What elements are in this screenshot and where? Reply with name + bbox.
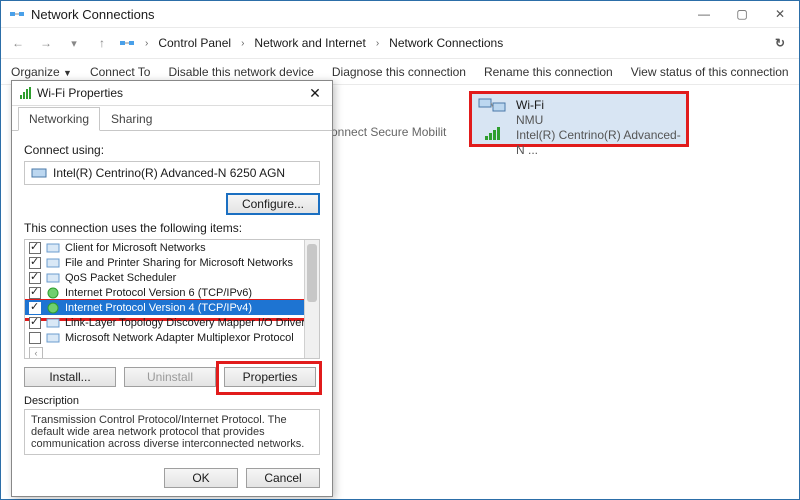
protocol-icon (45, 300, 61, 316)
dialog-body: Connect using: Intel(R) Centrino(R) Adva… (12, 131, 332, 463)
list-scrollbar[interactable] (304, 240, 319, 358)
breadcrumb-item[interactable]: Network Connections (389, 36, 503, 50)
list-item-selected[interactable]: Internet Protocol Version 4 (TCP/IPv4) (25, 300, 305, 315)
nav-refresh-button[interactable]: ↻ (775, 36, 785, 50)
properties-button[interactable]: Properties (224, 367, 316, 387)
item-label: Microsoft Network Adapter Multiplexor Pr… (65, 332, 294, 344)
item-checkbox[interactable] (29, 332, 41, 344)
window-title: Network Connections (31, 7, 155, 22)
list-item[interactable]: QoS Packet Scheduler (25, 270, 305, 285)
items-label: This connection uses the following items… (24, 221, 320, 235)
breadcrumb-sep: › (372, 38, 383, 49)
tab-sharing[interactable]: Sharing (100, 107, 163, 131)
ok-button[interactable]: OK (164, 468, 238, 488)
item-checkbox[interactable] (29, 317, 41, 329)
description-label: Description (24, 395, 320, 407)
component-icon (45, 330, 61, 346)
window-controls: — ▢ ✕ (685, 1, 799, 27)
wifi-tile-icons (476, 98, 508, 140)
list-item[interactable]: Client for Microsoft Networks (25, 240, 305, 255)
dialog-tabs: Networking Sharing (12, 106, 332, 131)
item-label: QoS Packet Scheduler (65, 272, 176, 284)
wifi-mini-icon (20, 87, 31, 99)
component-icon (45, 315, 61, 331)
network-adapter-icon (478, 98, 506, 120)
list-item[interactable]: Link-Layer Topology Discovery Mapper I/O… (25, 315, 305, 330)
list-item[interactable]: Microsoft Network Adapter Multiplexor Pr… (25, 330, 305, 345)
breadcrumb-bar: ← → ▾ ↑ › Control Panel › Network and In… (1, 28, 799, 59)
wifi-signal-icon (485, 126, 500, 140)
breadcrumb-sep: › (141, 38, 152, 49)
dialog-titlebar: Wi-Fi Properties ✕ (12, 81, 332, 106)
wifi-tile-adapter: Intel(R) Centrino(R) Advanced-N ... (516, 128, 682, 158)
protocol-icon (45, 285, 61, 301)
adapter-display: Intel(R) Centrino(R) Advanced-N 6250 AGN (24, 161, 320, 185)
item-checkbox[interactable] (29, 257, 41, 269)
nav-back-button[interactable]: ← (7, 32, 29, 54)
nav-up-button[interactable]: ↑ (91, 32, 113, 54)
list-item[interactable]: File and Printer Sharing for Microsoft N… (25, 255, 305, 270)
content-area: onnect Secure Mobilit Wi-Fi NMU Intel(R)… (1, 85, 799, 500)
description-text: Transmission Control Protocol/Internet P… (24, 409, 320, 455)
cmd-disable-device[interactable]: Disable this network device (168, 65, 313, 79)
adapter-name: Intel(R) Centrino(R) Advanced-N 6250 AGN (53, 166, 285, 180)
wifi-tile-ssid: NMU (516, 113, 682, 128)
component-icon (45, 240, 61, 256)
item-checkbox[interactable] (29, 272, 41, 284)
nav-recent-dropdown[interactable]: ▾ (63, 32, 85, 54)
item-label: Link-Layer Topology Discovery Mapper I/O… (65, 317, 305, 329)
list-item[interactable]: Internet Protocol Version 6 (TCP/IPv6) (25, 285, 305, 300)
wifi-properties-dialog: Wi-Fi Properties ✕ Networking Sharing Co… (11, 80, 333, 497)
close-window-button[interactable]: ✕ (761, 1, 799, 27)
cmd-view-status[interactable]: View status of this connection (631, 65, 789, 79)
cancel-button[interactable]: Cancel (246, 468, 320, 488)
tab-networking[interactable]: Networking (18, 107, 100, 131)
connection-tile-wifi[interactable]: Wi-Fi NMU Intel(R) Centrino(R) Advanced-… (469, 91, 689, 147)
network-icon (119, 35, 135, 51)
component-icon (45, 270, 61, 286)
breadcrumb-item[interactable]: Network and Internet (254, 36, 365, 50)
scroll-thumb[interactable] (307, 244, 317, 302)
dialog-title: Wi-Fi Properties (37, 86, 123, 100)
adapter-icon (31, 165, 47, 181)
minimize-button[interactable]: — (685, 1, 723, 27)
dialog-close-button[interactable]: ✕ (306, 84, 324, 102)
cmd-organize[interactable]: Organize ▼ (11, 65, 72, 79)
connection-items-list[interactable]: Client for Microsoft Networks File and P… (24, 239, 320, 359)
connect-using-label: Connect using: (24, 143, 320, 157)
dialog-footer: OK Cancel (152, 468, 332, 488)
item-label: File and Printer Sharing for Microsoft N… (65, 257, 293, 269)
item-checkbox[interactable] (29, 302, 41, 314)
configure-button[interactable]: Configure... (226, 193, 320, 215)
network-icon (9, 6, 25, 22)
item-checkbox[interactable] (29, 287, 41, 299)
wifi-tile-text: Wi-Fi NMU Intel(R) Centrino(R) Advanced-… (516, 98, 682, 140)
wifi-tile-name: Wi-Fi (516, 98, 682, 113)
obscured-tile-text: onnect Secure Mobilit (331, 125, 446, 139)
install-button[interactable]: Install... (24, 367, 116, 387)
network-connections-window: Network Connections — ▢ ✕ ← → ▾ ↑ › Cont… (0, 0, 800, 500)
nav-forward-button[interactable]: → (35, 32, 57, 54)
component-icon (45, 255, 61, 271)
cmd-connect-to[interactable]: Connect To (90, 65, 151, 79)
cmd-diagnose[interactable]: Diagnose this connection (332, 65, 466, 79)
item-label: Internet Protocol Version 4 (TCP/IPv4) (65, 302, 252, 314)
item-label: Internet Protocol Version 6 (TCP/IPv6) (65, 287, 252, 299)
uninstall-button: Uninstall (124, 367, 216, 387)
titlebar: Network Connections — ▢ ✕ (1, 1, 799, 28)
maximize-button[interactable]: ▢ (723, 1, 761, 27)
item-label: Client for Microsoft Networks (65, 242, 206, 254)
breadcrumb-sep: › (237, 38, 248, 49)
list-scroll-left[interactable]: ‹ (25, 345, 305, 359)
breadcrumb-item[interactable]: Control Panel (158, 36, 231, 50)
item-checkbox[interactable] (29, 242, 41, 254)
cmd-rename[interactable]: Rename this connection (484, 65, 613, 79)
